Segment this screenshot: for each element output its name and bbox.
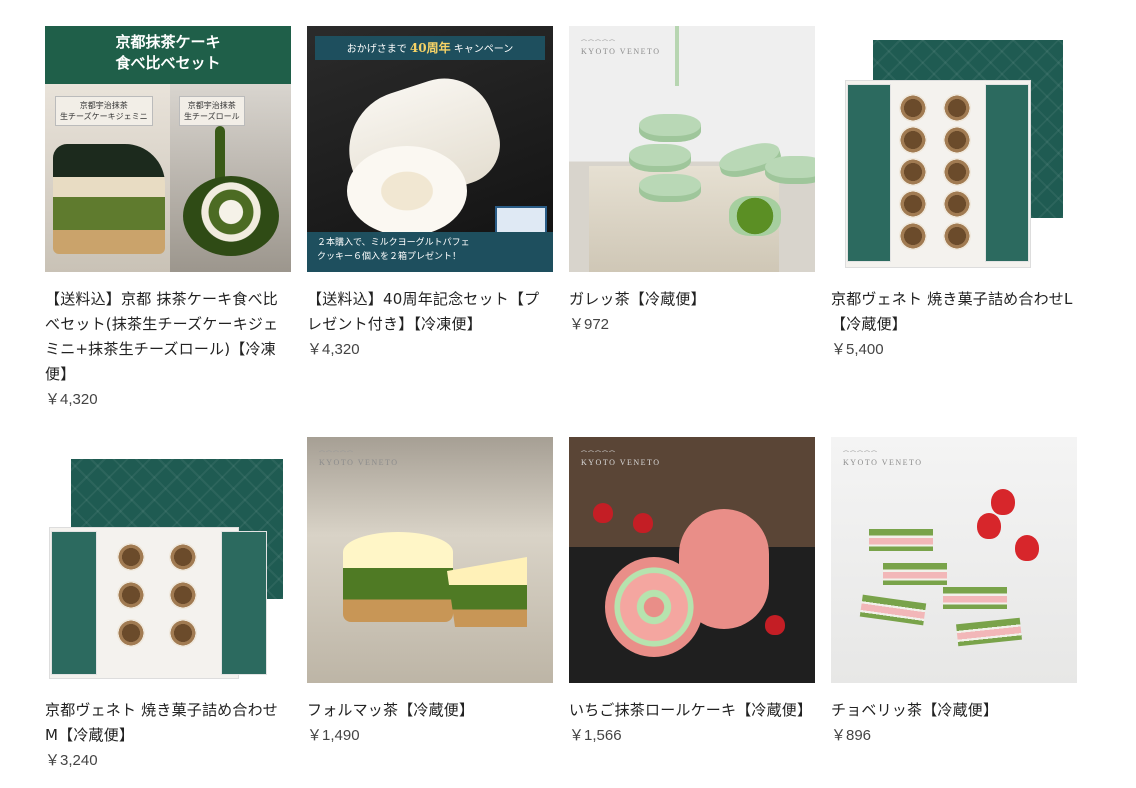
product-title[interactable]: いちご抹茶ロールケーキ【冷蔵便】: [569, 698, 815, 723]
sandwich-cookie-illustration: [859, 594, 927, 626]
cookie-pack: [943, 126, 971, 154]
cookie-pack: [943, 190, 971, 218]
product-title[interactable]: 【送料込】京都 抹茶ケーキ食べ比べセット(抹茶生チーズケーキジェミニ+抹茶生チー…: [45, 287, 291, 387]
product-grid: 京都抹茶ケーキ 食べ比べセット 京都宇治抹茶 生チーズケーキジェミニ 京都宇治抹…: [45, 26, 1077, 777]
product-card[interactable]: ⌒⌒⌒⌒⌒ KYOTO VENETO ガレッ茶【冷蔵便】 ￥972: [569, 26, 815, 437]
cookie-pack: [117, 581, 145, 609]
product-title[interactable]: ガレッ茶【冷蔵便】: [569, 287, 815, 312]
cookie-pack: [169, 543, 197, 571]
brand-mark: ⌒⌒⌒⌒⌒: [581, 41, 617, 47]
image-campaign-banner: おかげさまで 40周年 キャンペーン: [315, 36, 545, 60]
brand-text: KYOTO VENETO: [319, 458, 399, 467]
product-card[interactable]: 京都ヴェネト 焼き菓子詰め合わせM【冷蔵便】 ￥3,240: [45, 437, 291, 777]
product-price: ￥972: [569, 316, 610, 333]
cookie-pack: [117, 543, 145, 571]
banner-text: キャンペーン: [453, 44, 514, 55]
cheesecake-illustration: [53, 144, 165, 254]
cookie-pack: [899, 158, 927, 186]
cookie-pack: [899, 190, 927, 218]
product-price: ￥896: [831, 727, 872, 744]
brand-mark: ⌒⌒⌒⌒⌒: [581, 452, 617, 458]
strawberry-illustration: [991, 489, 1015, 515]
strawberry-illustration: [633, 513, 653, 533]
roll-cake-slice-illustration: [347, 146, 467, 236]
matcha-drip-illustration: [675, 26, 679, 86]
sandwich-cookie-illustration: [883, 563, 947, 585]
brand-logo: ⌒⌒⌒⌒⌒ KYOTO VENETO: [581, 449, 661, 467]
cookie-cross-section-illustration: [729, 196, 781, 236]
product-price: ￥4,320: [45, 391, 98, 408]
roll-cake-illustration: [183, 176, 279, 256]
product-title[interactable]: フォルマッ茶【冷蔵便】: [307, 698, 553, 723]
cookie-pack: [943, 94, 971, 122]
banner-text: おかげさまで: [346, 44, 407, 55]
sandwich-cookie-illustration: [869, 529, 933, 551]
product-price: ￥5,400: [831, 341, 884, 358]
cookie-pack: [117, 619, 145, 647]
product-price: ￥4,320: [307, 341, 360, 358]
cookie-stick-column: [221, 531, 267, 675]
product-image[interactable]: ⌒⌒⌒⌒⌒ KYOTO VENETO: [569, 26, 815, 272]
product-title[interactable]: 京都ヴェネト 焼き菓子詰め合わせM【冷蔵便】: [45, 698, 291, 748]
product-price: ￥1,566: [569, 727, 622, 744]
brand-text: KYOTO VENETO: [843, 458, 923, 467]
brand-logo: ⌒⌒⌒⌒⌒ KYOTO VENETO: [319, 449, 399, 467]
product-image[interactable]: 京都抹茶ケーキ 食べ比べセット 京都宇治抹茶 生チーズケーキジェミニ 京都宇治抹…: [45, 26, 291, 272]
image-banner-title: 京都抹茶ケーキ 食べ比べセット: [115, 33, 221, 72]
product-title[interactable]: 京都ヴェネト 焼き菓子詰め合わせL【冷蔵便】: [831, 287, 1077, 337]
product-card[interactable]: ⌒⌒⌒⌒⌒ KYOTO VENETO いちご抹茶ロールケーキ【冷蔵便】 ￥1,5…: [569, 437, 815, 777]
cookie-stick-column: [51, 531, 97, 675]
product-card[interactable]: 京都ヴェネト 焼き菓子詰め合わせL【冷蔵便】 ￥5,400: [831, 26, 1077, 437]
strawberry-illustration: [1015, 535, 1039, 561]
brand-logo: ⌒⌒⌒⌒⌒ KYOTO VENETO: [581, 38, 661, 56]
product-image[interactable]: [45, 437, 291, 683]
cookie-stick-column: [985, 84, 1029, 262]
cookie-pack: [169, 619, 197, 647]
product-image[interactable]: おかげさまで 40周年 キャンペーン ２本購入で、ミルクヨーグルトパフェ クッキ…: [307, 26, 553, 272]
product-card[interactable]: おかげさまで 40周年 キャンペーン ２本購入で、ミルクヨーグルトパフェ クッキ…: [307, 26, 553, 437]
cookie-stick-column: [847, 84, 891, 262]
strawberry-illustration: [593, 503, 613, 523]
cheesecake-slice-illustration: [447, 557, 527, 627]
cookie-pack: [899, 94, 927, 122]
product-title[interactable]: チョベリッ茶【冷蔵便】: [831, 698, 1077, 723]
sandwich-cookie-illustration: [943, 587, 1007, 609]
image-promo-banner: ２本購入で、ミルクヨーグルトパフェ クッキー６個入を２箱プレゼント！: [307, 232, 553, 272]
roll-cake-slice-illustration: [605, 557, 703, 657]
product-card[interactable]: 京都抹茶ケーキ 食べ比べセット 京都宇治抹茶 生チーズケーキジェミニ 京都宇治抹…: [45, 26, 291, 437]
product-price: ￥1,490: [307, 727, 360, 744]
product-image[interactable]: [831, 26, 1077, 272]
brand-text: KYOTO VENETO: [581, 458, 661, 467]
strawberry-illustration: [977, 513, 1001, 539]
cookie-illustration: [765, 156, 815, 184]
image-tag: 京都宇治抹茶 生チーズロール: [179, 96, 245, 126]
brand-text: KYOTO VENETO: [581, 47, 661, 56]
cookie-illustration: [639, 174, 701, 202]
product-card[interactable]: ⌒⌒⌒⌒⌒ KYOTO VENETO フォルマッ茶【冷蔵便】 ￥1,490: [307, 437, 553, 777]
brand-mark: ⌒⌒⌒⌒⌒: [843, 452, 879, 458]
product-image[interactable]: ⌒⌒⌒⌒⌒ KYOTO VENETO: [569, 437, 815, 683]
brand-mark: ⌒⌒⌒⌒⌒: [319, 452, 355, 458]
cookie-pack: [169, 581, 197, 609]
cookie-illustration: [639, 114, 701, 142]
cookie-pack: [943, 158, 971, 186]
product-image[interactable]: ⌒⌒⌒⌒⌒ KYOTO VENETO: [831, 437, 1077, 683]
product-card[interactable]: ⌒⌒⌒⌒⌒ KYOTO VENETO チョベリッ茶【冷蔵便】 ￥896: [831, 437, 1077, 777]
image-tag: 京都宇治抹茶 生チーズケーキジェミニ: [55, 96, 153, 126]
cookie-pack: [899, 126, 927, 154]
brand-logo: ⌒⌒⌒⌒⌒ KYOTO VENETO: [843, 449, 923, 467]
product-image[interactable]: ⌒⌒⌒⌒⌒ KYOTO VENETO: [307, 437, 553, 683]
cookie-pack: [899, 222, 927, 250]
banner-highlight: 40周年: [409, 41, 451, 55]
cheesecake-illustration: [343, 532, 453, 622]
sandwich-cookie-illustration: [956, 617, 1022, 647]
cookie-illustration: [629, 144, 691, 172]
cookie-pack: [943, 222, 971, 250]
strawberry-illustration: [765, 615, 785, 635]
product-title[interactable]: 【送料込】40周年記念セット【プレゼント付き】【冷凍便】: [307, 287, 553, 337]
product-price: ￥3,240: [45, 752, 98, 769]
